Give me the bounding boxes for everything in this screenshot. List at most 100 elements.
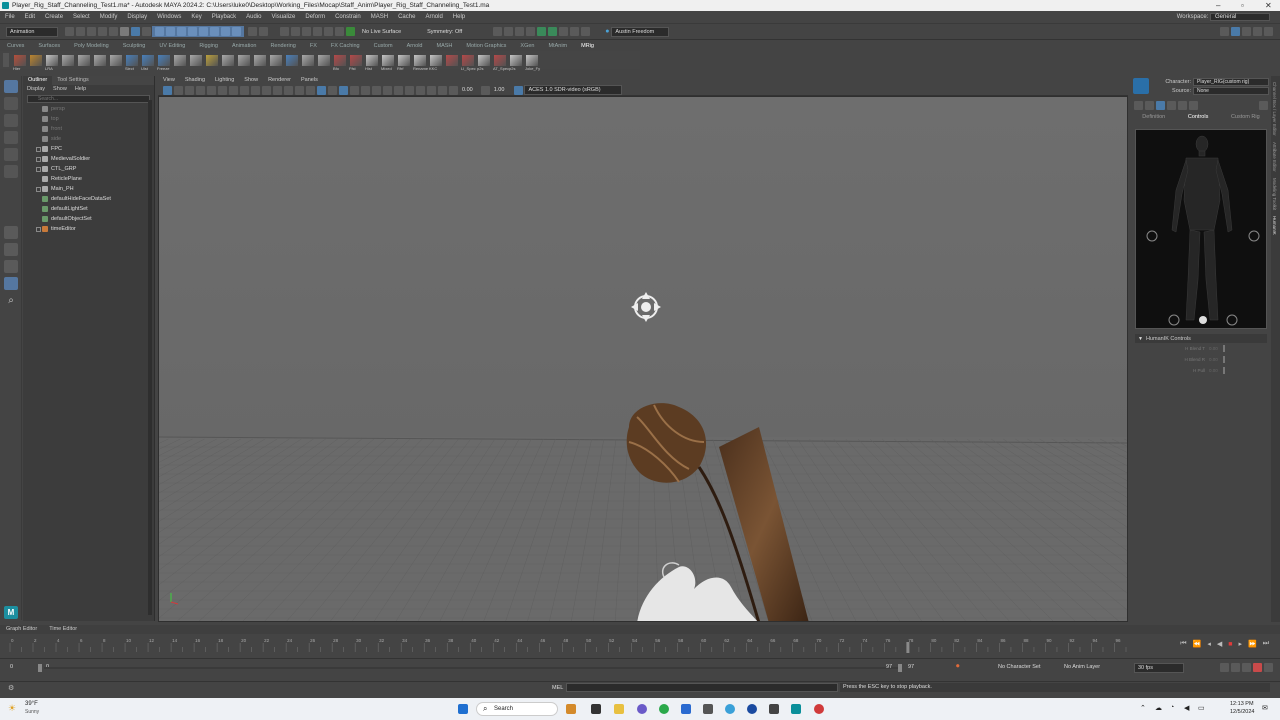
menu-file[interactable]: File — [0, 11, 20, 24]
tab-custom-rig[interactable]: Custom Rig — [1223, 113, 1268, 122]
shelf-tab-sculpting[interactable]: Sculpting — [116, 41, 153, 51]
snap-curve-icon[interactable] — [291, 27, 300, 36]
color-management-icon[interactable] — [514, 85, 524, 95]
snap-grid-icon[interactable] — [280, 27, 289, 36]
wireframe-icon[interactable] — [306, 85, 315, 95]
teams-icon[interactable] — [681, 704, 691, 714]
view-transform-dropdown[interactable]: ACES 1.0 SDR-video (sRGB) — [524, 85, 623, 95]
auto-key-icon[interactable]: ⏺ — [956, 663, 960, 671]
anim-layer-dropdown[interactable]: No Anim Layer — [1064, 664, 1100, 670]
shelf-tool-19-icon[interactable] — [318, 54, 330, 66]
menu-deform[interactable]: Deform — [300, 11, 330, 24]
safe-action-icon[interactable] — [284, 85, 293, 95]
undo-icon[interactable] — [98, 27, 107, 36]
shelf-tab-curves[interactable]: Curves — [0, 41, 31, 51]
snap-component-icon[interactable] — [335, 27, 344, 36]
layout-four-icon[interactable] — [1231, 27, 1240, 36]
shelf-tool-4-icon[interactable] — [78, 54, 90, 66]
safe-title-icon[interactable] — [295, 85, 304, 95]
outliner-menu-help[interactable]: Help — [71, 85, 90, 94]
outliner-item-reticleplane[interactable]: ReticlePlane — [23, 174, 154, 184]
xray-joints-icon[interactable] — [427, 85, 436, 95]
new-scene-icon[interactable] — [65, 27, 74, 36]
shelf-tool-12-icon[interactable] — [206, 54, 218, 66]
right-foot-effector-icon[interactable] — [1226, 314, 1238, 326]
tab-outliner[interactable]: Outliner — [23, 76, 53, 85]
snap-view-plane-icon[interactable] — [313, 27, 322, 36]
hik-full-body-icon[interactable] — [1167, 101, 1176, 110]
shelf-tab-rigging[interactable]: Rigging — [192, 41, 225, 51]
shelf-tool-ulst-icon[interactable]: Ulst — [141, 54, 154, 71]
github-icon[interactable] — [703, 704, 713, 714]
stop-icon[interactable]: ■ — [1228, 641, 1232, 648]
hik-character-figure[interactable] — [1135, 129, 1267, 329]
expand-icon[interactable] — [36, 227, 41, 232]
viewport-menu-shading[interactable]: Shading — [180, 76, 210, 85]
ambient-occlusion-icon[interactable] — [372, 85, 381, 95]
shelf-tool-18-icon[interactable] — [302, 54, 314, 66]
end-frame-field[interactable]: 97 — [908, 664, 914, 670]
shelf-tool-10-icon[interactable] — [174, 54, 186, 66]
shelf-tab-uv-editing[interactable]: UV Editing — [152, 41, 192, 51]
shelf-tool-6-icon[interactable] — [110, 54, 122, 66]
chrome-profile-icon[interactable] — [637, 704, 647, 714]
toggle-panels-icon[interactable] — [1264, 27, 1273, 36]
use-all-lights-icon[interactable] — [350, 85, 359, 95]
battery-icon[interactable]: ▭ — [1198, 704, 1205, 712]
viewport-menu-panels[interactable]: Panels — [296, 76, 323, 85]
task-view-icon[interactable] — [591, 704, 601, 714]
range-slider-track[interactable] — [44, 667, 900, 669]
shelf-tool-hist-icon[interactable]: Hist — [365, 54, 378, 71]
shelf-tool-11-icon[interactable] — [190, 54, 202, 66]
rotate-tool-icon[interactable] — [4, 148, 18, 161]
tab-graph-editor[interactable]: Graph Editor — [0, 625, 43, 634]
expand-icon[interactable] — [36, 157, 41, 162]
shelf-tool-slect-icon[interactable]: Slect — [125, 54, 138, 71]
hik-slider-handle[interactable] — [1223, 345, 1225, 352]
chrome-icon[interactable] — [814, 704, 824, 714]
shelf-tab-poly-modeling[interactable]: Poly Modeling — [67, 41, 116, 51]
menu-arnold[interactable]: Arnold — [420, 11, 447, 24]
menu-modify[interactable]: Modify — [95, 11, 123, 24]
mask-deform-icon[interactable] — [199, 27, 208, 36]
outliner-item-defaulthidefacedataset[interactable]: defaultHideFaceDataSet — [23, 194, 154, 204]
go-to-end-icon[interactable]: ⏭ — [1263, 640, 1269, 648]
clock-date[interactable]: 12/5/2024 — [1230, 709, 1254, 715]
menu-help[interactable]: Help — [448, 11, 470, 24]
shelf-tab-motion-graphics[interactable]: Motion Graphics — [459, 41, 513, 51]
minimize-button[interactable]: – — [1216, 1, 1220, 10]
xray-icon[interactable] — [416, 85, 425, 95]
shelf-tool-rename-icon[interactable]: Rename — [413, 54, 428, 71]
play-backward-icon[interactable]: ◀ — [1217, 640, 1222, 648]
expand-icon[interactable] — [36, 187, 41, 192]
file-explorer-icon[interactable] — [614, 704, 624, 714]
notifications-icon[interactable]: ✉ — [1262, 704, 1268, 712]
tab-modeling-toolkit[interactable]: Modeling Toolkit — [1272, 178, 1277, 210]
left-foot-effector-icon[interactable] — [1168, 314, 1180, 326]
shelf-tool-joke_fy-icon[interactable]: Joke_Fy — [525, 54, 540, 71]
shelf-tool-rfrf-icon[interactable]: Rfrf — [397, 54, 410, 71]
isolate-select-icon[interactable] — [405, 85, 414, 95]
hik-controls-header[interactable]: ▼ HumanIK Controls — [1135, 334, 1267, 343]
scale-tool-icon[interactable] — [4, 165, 18, 178]
lasso-tool-icon[interactable] — [4, 97, 18, 110]
mask-surfaces-icon[interactable] — [188, 27, 197, 36]
tab-definition[interactable]: Definition — [1134, 113, 1173, 122]
shelf-tool-16-icon[interactable] — [270, 54, 282, 66]
image-plane-icon[interactable] — [196, 85, 205, 95]
hik-slider-value[interactable]: 0.00 — [1209, 346, 1223, 351]
range-end-handle[interactable] — [898, 664, 902, 672]
shelf-tool-kkc-icon[interactable]: KKC — [429, 54, 442, 71]
tab-humanik[interactable]: HumanIK — [1272, 216, 1277, 235]
default-material-icon[interactable] — [328, 85, 337, 95]
outliner-item-defaultobjectset[interactable]: defaultObjectSet — [23, 214, 154, 224]
shelf-tool-27-icon[interactable] — [446, 54, 458, 66]
mask-misc-icon[interactable] — [232, 27, 241, 36]
menu-audio[interactable]: Audio — [241, 11, 266, 24]
onedrive-icon[interactable]: ☁ — [1155, 704, 1162, 712]
select-hierarchy-icon[interactable] — [120, 27, 129, 36]
workspace-dropdown[interactable]: General — [1210, 13, 1270, 21]
select-tool-icon[interactable] — [4, 80, 18, 93]
expand-icon[interactable] — [36, 167, 41, 172]
construction-history-icon[interactable] — [493, 27, 503, 36]
